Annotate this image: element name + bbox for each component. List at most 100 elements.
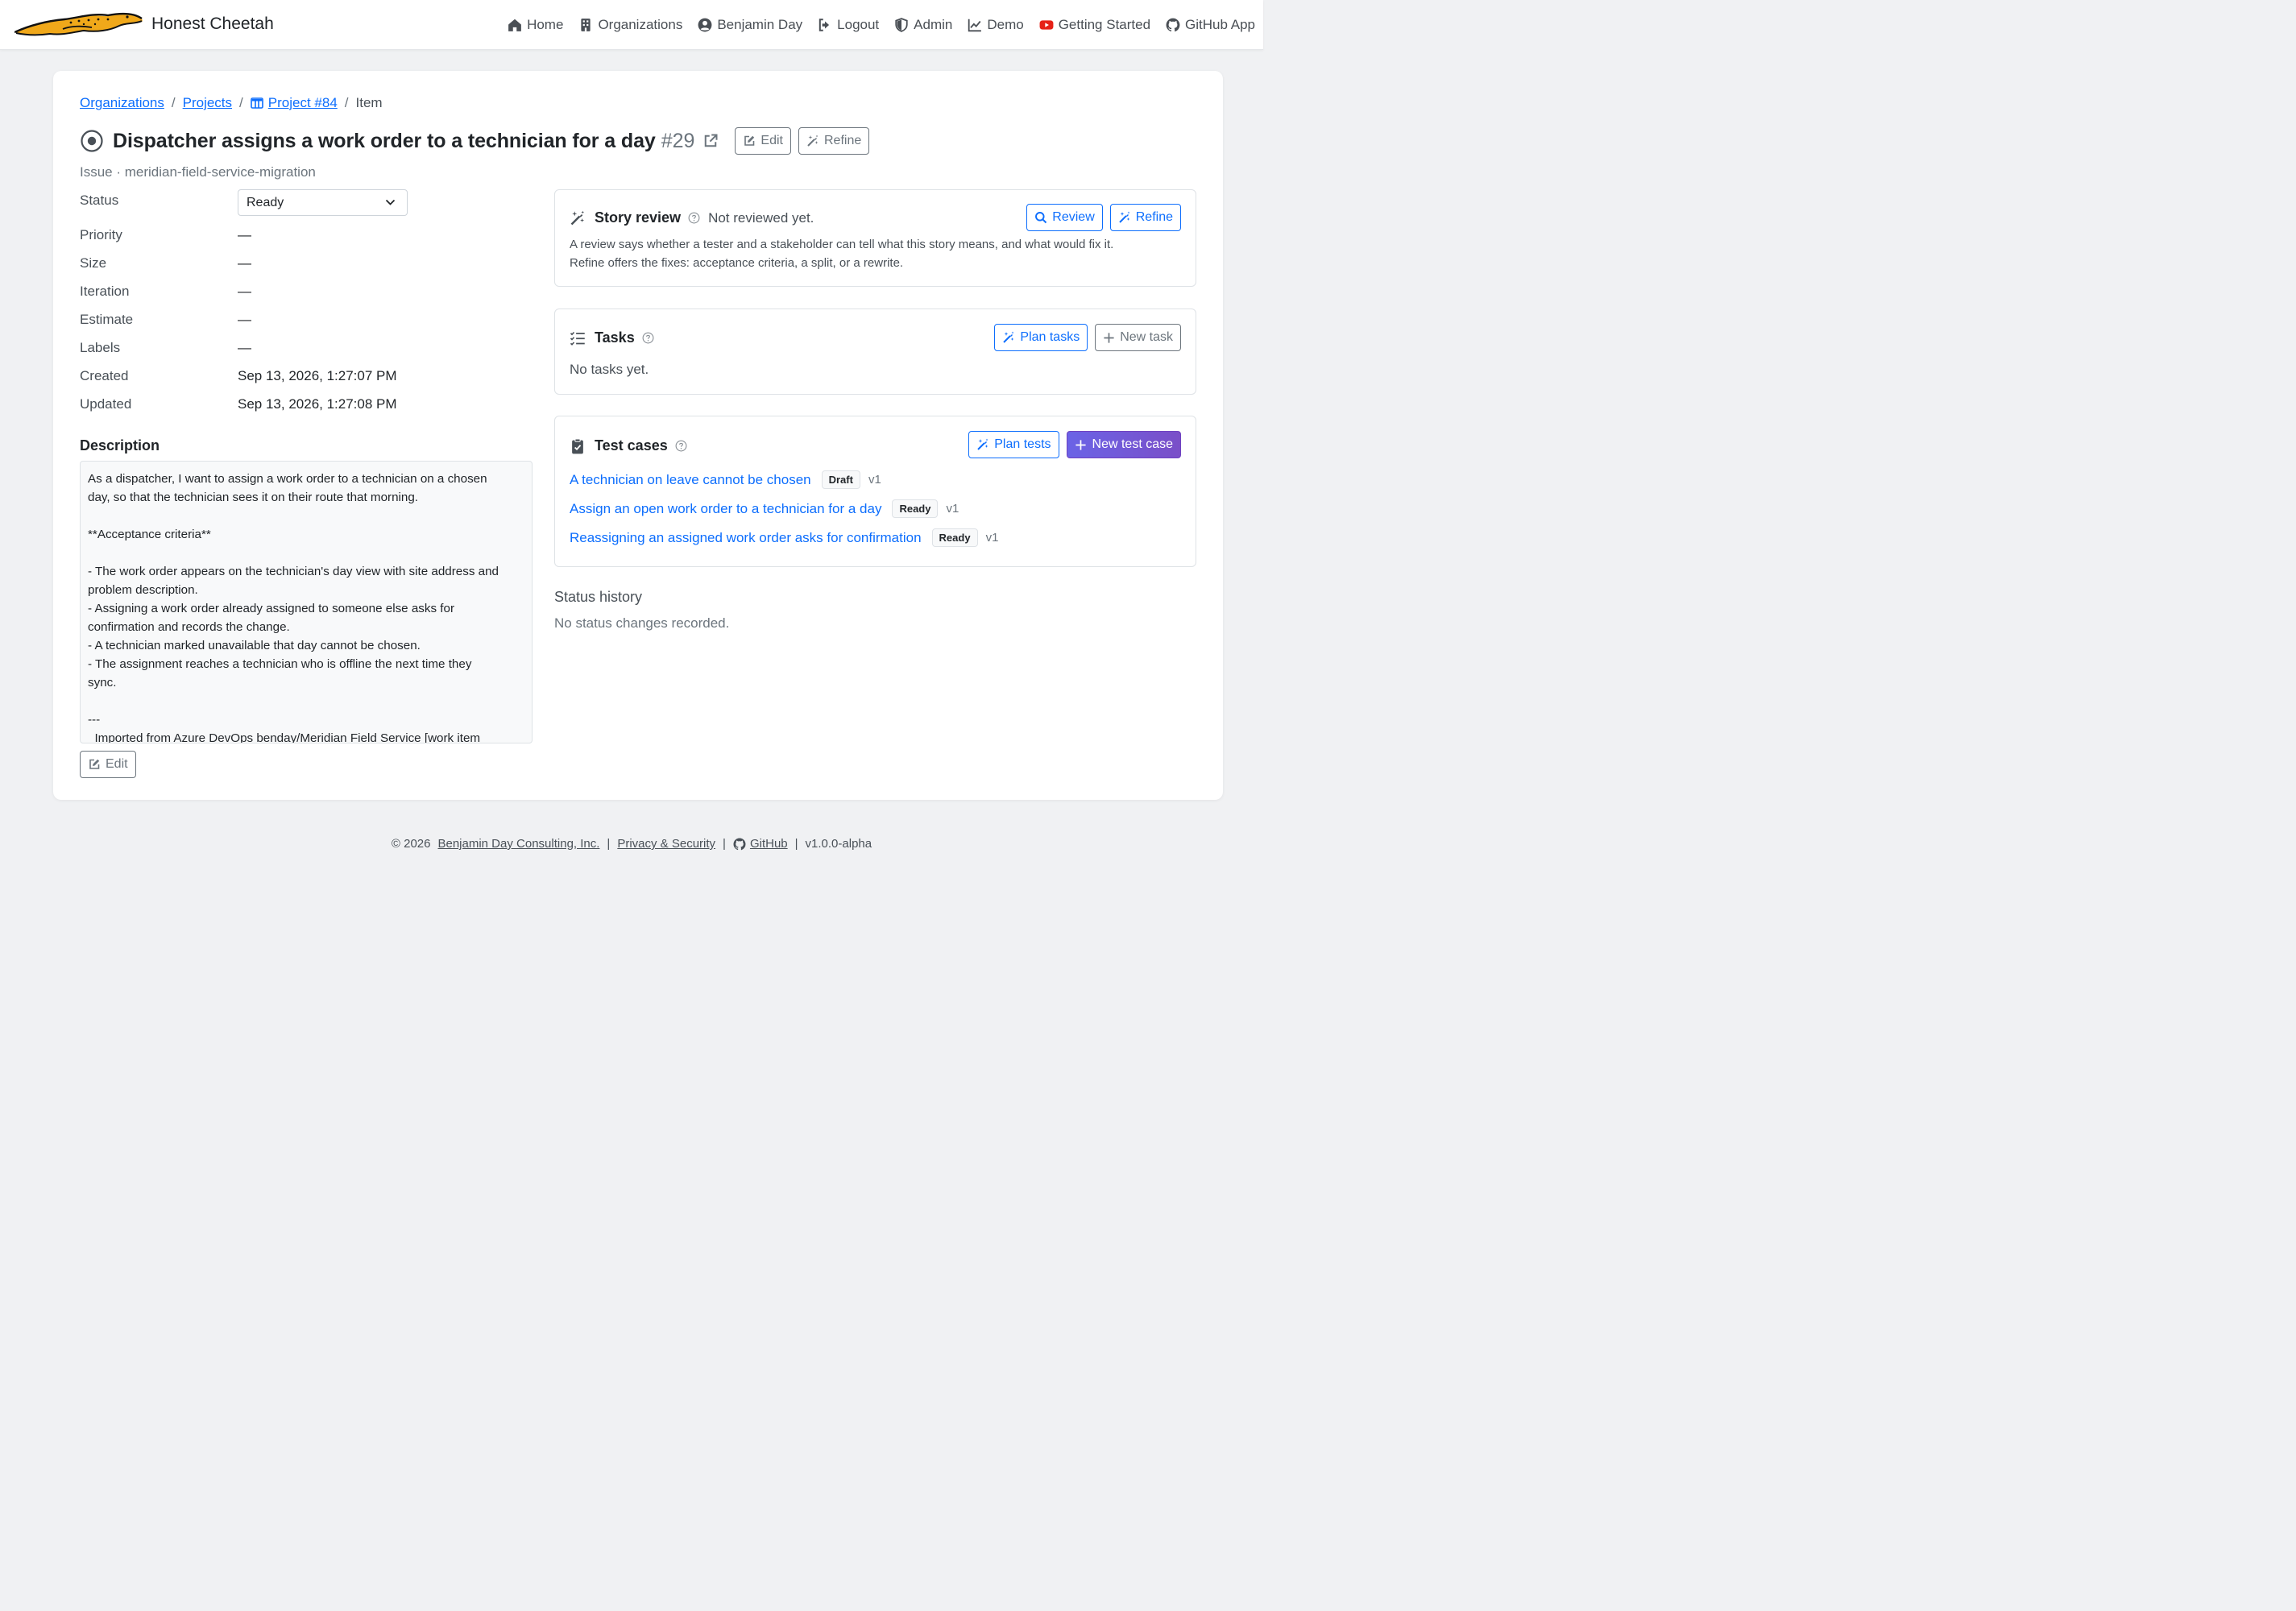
nav-organizations[interactable]: Organizations (578, 17, 682, 33)
breadcrumb-organizations[interactable]: Organizations (80, 95, 164, 111)
test-case-row: Reassigning an assigned work order asks … (570, 528, 998, 547)
test-case-version: v1 (868, 473, 881, 487)
top-navbar: Honest Cheetah Home Organizations Benjam… (0, 0, 1263, 50)
story-refine-label: Refine (1135, 210, 1173, 224)
breadcrumb-separator: / (171, 95, 176, 110)
help-circle-icon[interactable] (642, 332, 654, 344)
story-refine-button[interactable]: Refine (1109, 204, 1181, 231)
plan-tasks-button[interactable]: Plan tasks (994, 324, 1088, 351)
status-label: Status (80, 193, 119, 208)
footer-privacy-link[interactable]: Privacy & Security (617, 837, 715, 851)
home-icon (508, 19, 521, 31)
list-check-icon (570, 331, 585, 346)
status-select-value: Ready (247, 196, 284, 209)
magic-wand-icon (977, 438, 988, 450)
priority-label: Priority (80, 227, 122, 242)
help-circle-icon[interactable] (675, 440, 687, 452)
tasks-header: Tasks (570, 329, 654, 346)
created-value: Sep 13, 2026, 1:27:07 PM (238, 368, 397, 383)
description-edit-button[interactable]: Edit (80, 751, 136, 778)
story-review-header: Story review Not reviewed yet. (570, 209, 814, 226)
nav-user[interactable]: Benjamin Day (698, 17, 802, 33)
test-case-link[interactable]: Reassigning an assigned work order asks … (570, 530, 922, 546)
footer-company-link[interactable]: Benjamin Day Consulting, Inc. (437, 837, 599, 851)
review-button[interactable]: Review (1026, 204, 1103, 231)
breadcrumb: Organizations / Projects / Project #84 /… (80, 95, 383, 111)
story-review-line2: Refine offers the fixes: acceptance crit… (570, 256, 904, 270)
item-subtitle: Issue · meridian-field-service-migration (80, 164, 316, 180)
iteration-label: Iteration (80, 284, 130, 299)
nav-github-app-label: GitHub App (1185, 17, 1255, 32)
breadcrumb-current: Item (355, 95, 383, 110)
nav-admin[interactable]: Admin (894, 17, 952, 33)
estimate-value: — (238, 312, 251, 327)
breadcrumb-project-link[interactable]: Project #84 (268, 95, 338, 111)
plus-icon (1075, 439, 1086, 450)
test-case-row: A technician on leave cannot be chosen D… (570, 470, 881, 489)
test-case-link[interactable]: A technician on leave cannot be chosen (570, 472, 811, 488)
footer-separator: | (607, 837, 611, 851)
test-cases-panel: Test cases Plan tests New test case A te… (554, 416, 1196, 567)
test-case-link[interactable]: Assign an open work order to a technicia… (570, 501, 881, 517)
edit-icon (744, 135, 755, 146)
test-case-version: v1 (946, 502, 959, 516)
description-body[interactable]: As a dispatcher, I want to assign a work… (80, 461, 533, 743)
user-circle-icon (698, 18, 712, 32)
brand-name[interactable]: Honest Cheetah (151, 14, 274, 34)
nav-logout-label: Logout (837, 17, 880, 32)
external-link-icon[interactable] (702, 133, 719, 149)
cheetah-logo-icon (15, 12, 143, 36)
footer-github[interactable]: GitHub (733, 837, 788, 851)
footer: © 2026 Benjamin Day Consulting, Inc. | P… (0, 837, 1263, 851)
help-circle-icon[interactable] (688, 212, 700, 224)
review-label: Review (1052, 210, 1095, 224)
nav-logout[interactable]: Logout (818, 17, 879, 33)
iteration-value: — (238, 284, 251, 299)
story-review-panel: Story review Not reviewed yet. Review Re… (554, 189, 1196, 287)
refine-title-label: Refine (823, 134, 862, 147)
refine-title-button[interactable]: Refine (798, 127, 870, 155)
project-board-icon (250, 97, 263, 109)
status-badge: Draft (821, 470, 860, 489)
nav-getting-started[interactable]: Getting Started (1039, 17, 1150, 33)
issue-open-icon (81, 130, 103, 152)
estimate-label: Estimate (80, 312, 134, 327)
test-cases-actions: Plan tests New test case (968, 431, 1181, 458)
nav-github-app[interactable]: GitHub App (1166, 17, 1255, 33)
search-icon (1035, 212, 1047, 224)
new-test-case-button[interactable]: New test case (1066, 431, 1181, 458)
github-icon (1166, 18, 1180, 32)
new-task-button[interactable]: New task (1095, 324, 1181, 351)
footer-github-link[interactable]: GitHub (750, 837, 788, 851)
chevron-down-icon (385, 199, 396, 205)
logout-icon (819, 19, 830, 31)
story-review-status: Not reviewed yet. (708, 209, 814, 226)
plan-tests-button[interactable]: Plan tests (968, 431, 1059, 458)
brand-logo[interactable] (15, 11, 145, 39)
shield-icon (895, 18, 908, 32)
updated-label: Updated (80, 396, 132, 412)
plan-tests-label: Plan tests (994, 437, 1051, 451)
description-heading: Description (80, 437, 160, 453)
story-review-actions: Review Refine (1026, 204, 1181, 231)
building-icon (581, 19, 591, 31)
priority-value: — (238, 227, 251, 242)
youtube-icon (1039, 20, 1054, 30)
nav-demo[interactable]: Demo (968, 17, 1024, 33)
github-icon (733, 838, 746, 850)
edit-title-button[interactable]: Edit (735, 127, 791, 155)
edit-icon (89, 759, 100, 769)
breadcrumb-projects[interactable]: Projects (183, 95, 232, 111)
magic-wand-icon (807, 135, 819, 147)
item-card: Organizations / Projects / Project #84 /… (53, 71, 1223, 800)
status-select[interactable]: Ready (238, 189, 408, 216)
footer-copyright: © 2026 (391, 837, 431, 851)
nav-organizations-label: Organizations (598, 17, 683, 32)
nav-getting-started-label: Getting Started (1058, 17, 1151, 32)
size-value: — (238, 255, 251, 271)
breadcrumb-project[interactable]: Project #84 (250, 95, 338, 111)
magic-wand-icon (570, 210, 585, 225)
nav-home[interactable]: Home (508, 17, 563, 33)
nav-menu: Home Organizations Benjamin Day Logout A… (508, 0, 1255, 50)
tasks-empty: No tasks yet. (570, 362, 649, 377)
